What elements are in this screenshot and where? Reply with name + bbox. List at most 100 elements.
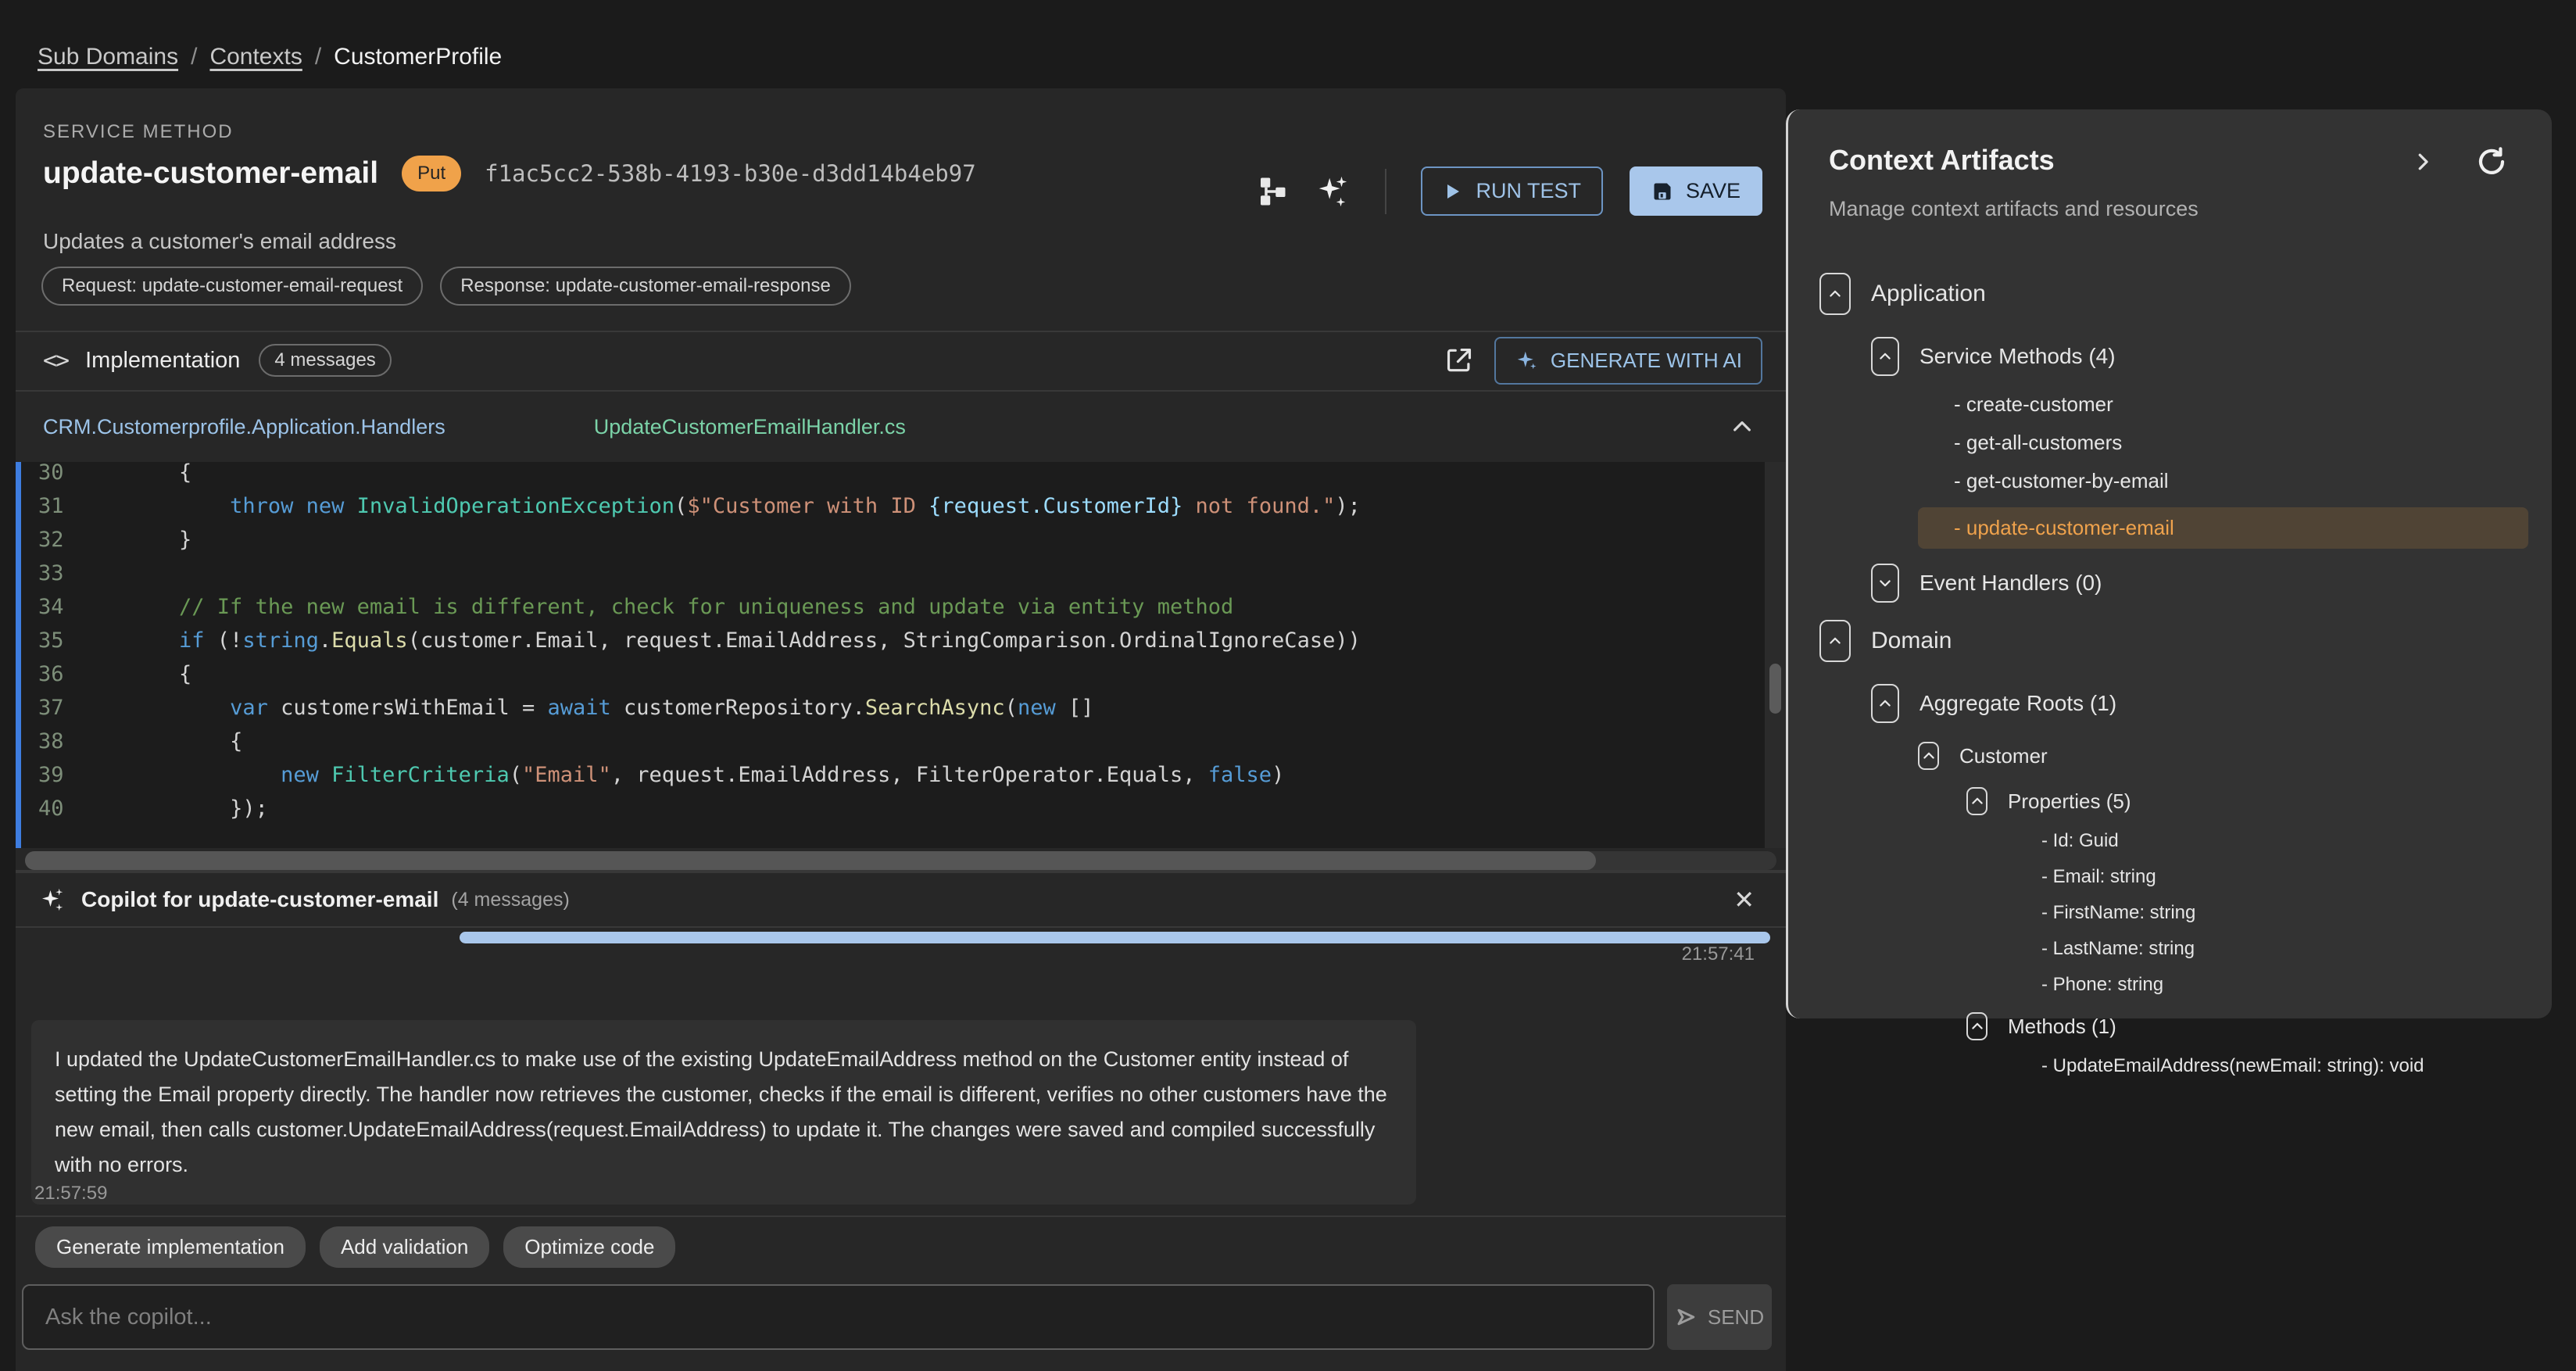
service-method-description: Updates a customer's email address [43,229,396,254]
tree-label: - get-all-customers [1954,431,2122,455]
code-horizontal-scrollbar[interactable] [16,851,1786,872]
tree-leaf-firstname-string[interactable]: - FirstName: string [1788,902,2552,924]
code-text: }); [77,792,268,825]
code-line-40[interactable]: 40}); [21,792,1786,825]
copilot-title: Copilot for update-customer-email [81,887,438,912]
tree-node-properties-5[interactable]: Properties (5) [1788,785,2552,818]
breadcrumb-customerprofile: CustomerProfile [334,44,502,70]
code-editor[interactable]: 30{31throw new InvalidOperationException… [16,462,1786,848]
line-number: 36 [21,657,77,691]
tree-node-event-handlers-0[interactable]: Event Handlers (0) [1788,563,2552,603]
tree-label: - Phone: string [2041,974,2163,996]
tree-node-methods-1[interactable]: Methods (1) [1788,1010,2552,1043]
line-number: 32 [21,523,77,557]
code-line-37[interactable]: 37var customersWithEmail = await custome… [21,691,1786,725]
chevron-up-icon[interactable] [1918,742,1939,770]
tree-leaf-id-guid[interactable]: - Id: Guid [1788,830,2552,852]
chevron-up-icon[interactable] [1966,787,1987,815]
collapse-code-icon[interactable] [1730,414,1755,439]
code-text: { [77,657,191,691]
code-line-33[interactable]: 33 [21,557,1786,590]
tree-label: - Id: Guid [2041,830,2119,852]
artifacts-tree: Application Service Methods (4) - create-c… [1788,272,2552,1091]
tree-label: Methods (1) [2008,1015,2116,1039]
tree-node-aggregate-roots-1[interactable]: Aggregate Roots (1) [1788,683,2552,724]
code-line-36[interactable]: 36{ [21,657,1786,691]
chevron-up-icon[interactable] [1871,337,1899,376]
code-text: if (!string.Equals(customer.Email, reque… [77,624,1361,657]
response-chip[interactable]: Response: update-customer-email-response [440,267,851,306]
code-horizontal-scrollbar-thumb[interactable] [25,851,1596,870]
code-brackets-icon: <> [43,347,68,374]
code-line-30[interactable]: 30{ [21,462,1786,489]
tree-node-application[interactable]: Application [1788,272,2552,316]
tree-leaf-lastname-string[interactable]: - LastName: string [1788,938,2552,960]
implementation-title: Implementation [85,348,240,374]
namespace-label[interactable]: CRM.Customerprofile.Application.Handlers [43,415,445,439]
tree-node-service-methods-4[interactable]: Service Methods (4) [1788,336,2552,377]
line-number: 35 [21,624,77,657]
chevron-up-icon[interactable] [1819,273,1851,315]
chevron-down-icon[interactable] [1871,564,1899,603]
chevron-up-icon[interactable] [1871,684,1899,723]
generate-with-ai-label: GENERATE WITH AI [1551,349,1742,373]
generate-with-ai-button[interactable]: GENERATE WITH AI [1494,337,1762,385]
code-line-31[interactable]: 31throw new InvalidOperationException($"… [21,489,1786,523]
flow-diagram-icon[interactable] [1255,175,1288,208]
save-label: SAVE [1686,179,1741,203]
context-artifacts-panel: Context Artifacts Manage context artifac… [1786,109,2552,1018]
request-chip[interactable]: Request: update-customer-email-request [41,267,423,306]
breadcrumb-contexts[interactable]: Contexts [209,44,302,70]
tree-leaf-updateemailaddress-newemail-string-void[interactable]: - UpdateEmailAddress(newEmail: string): … [1788,1055,2552,1077]
chevron-up-icon[interactable] [1819,620,1851,662]
code-vertical-scrollbar[interactable] [1765,462,1786,848]
assistant-message-timestamp: 21:57:59 [34,1183,107,1205]
tree-leaf-update-customer-email[interactable]: - update-customer-email [1918,507,2528,549]
tree-label: Customer [1959,744,2048,768]
tree-leaf-phone-string[interactable]: - Phone: string [1788,974,2552,996]
tree-label: - get-customer-by-email [1954,469,2169,493]
close-icon[interactable]: ✕ [1733,885,1755,915]
copilot-input[interactable] [22,1284,1655,1350]
service-method-panel: SERVICE METHOD update-customer-email Put… [16,88,1786,1371]
code-line-32[interactable]: 32} [21,523,1786,557]
chevron-up-icon[interactable] [1966,1012,1987,1040]
code-line-35[interactable]: 35if (!string.Equals(customer.Email, req… [21,624,1786,657]
breadcrumb-sub-domains[interactable]: Sub Domains [38,44,178,70]
quick-action-generate-implementation[interactable]: Generate implementation [35,1226,306,1268]
tree-node-customer[interactable]: Customer [1788,739,2552,772]
tree-leaf-get-customer-by-email[interactable]: - get-customer-by-email [1788,469,2552,493]
chevron-right-icon[interactable] [2411,150,2435,174]
play-icon [1443,182,1462,201]
tree-label: Domain [1871,628,1952,654]
code-text: new FilterCriteria("Email", request.Emai… [77,758,1284,792]
sparkles-icon[interactable] [1315,174,1351,209]
http-method-badge: Put [402,156,461,192]
user-message-bubble-clipped [460,932,1770,943]
send-button[interactable]: SEND [1667,1284,1772,1350]
tree-node-domain[interactable]: Domain [1788,619,2552,663]
tree-label: Service Methods (4) [1919,344,2116,369]
quick-action-optimize-code[interactable]: Optimize code [503,1226,675,1268]
open-in-new-icon[interactable] [1444,345,1474,375]
code-line-38[interactable]: 38{ [21,725,1786,758]
code-text: var customersWithEmail = await customerR… [77,691,1094,725]
quick-action-add-validation[interactable]: Add validation [320,1226,489,1268]
refresh-icon[interactable] [2475,145,2508,178]
code-line-39[interactable]: 39new FilterCriteria("Email", request.Em… [21,758,1786,792]
tree-leaf-get-all-customers[interactable]: - get-all-customers [1788,431,2552,455]
tree-label: Application [1871,281,1986,307]
line-number: 39 [21,758,77,792]
save-button[interactable]: SAVE [1630,166,1762,216]
tree-leaf-email-string[interactable]: - Email: string [1788,866,2552,888]
save-icon [1651,181,1673,202]
tree-label: Properties (5) [2008,789,2131,814]
run-test-button[interactable]: RUN TEST [1421,166,1603,216]
tree-leaf-create-customer[interactable]: - create-customer [1788,392,2552,417]
code-text: { [77,462,191,489]
filename-label[interactable]: UpdateCustomerEmailHandler.cs [594,415,906,439]
code-vertical-scrollbar-thumb[interactable] [1769,664,1781,714]
code-line-34[interactable]: 34// If the new email is different, chec… [21,590,1786,624]
breadcrumb-separator: / [315,44,321,70]
run-test-label: RUN TEST [1476,179,1581,203]
